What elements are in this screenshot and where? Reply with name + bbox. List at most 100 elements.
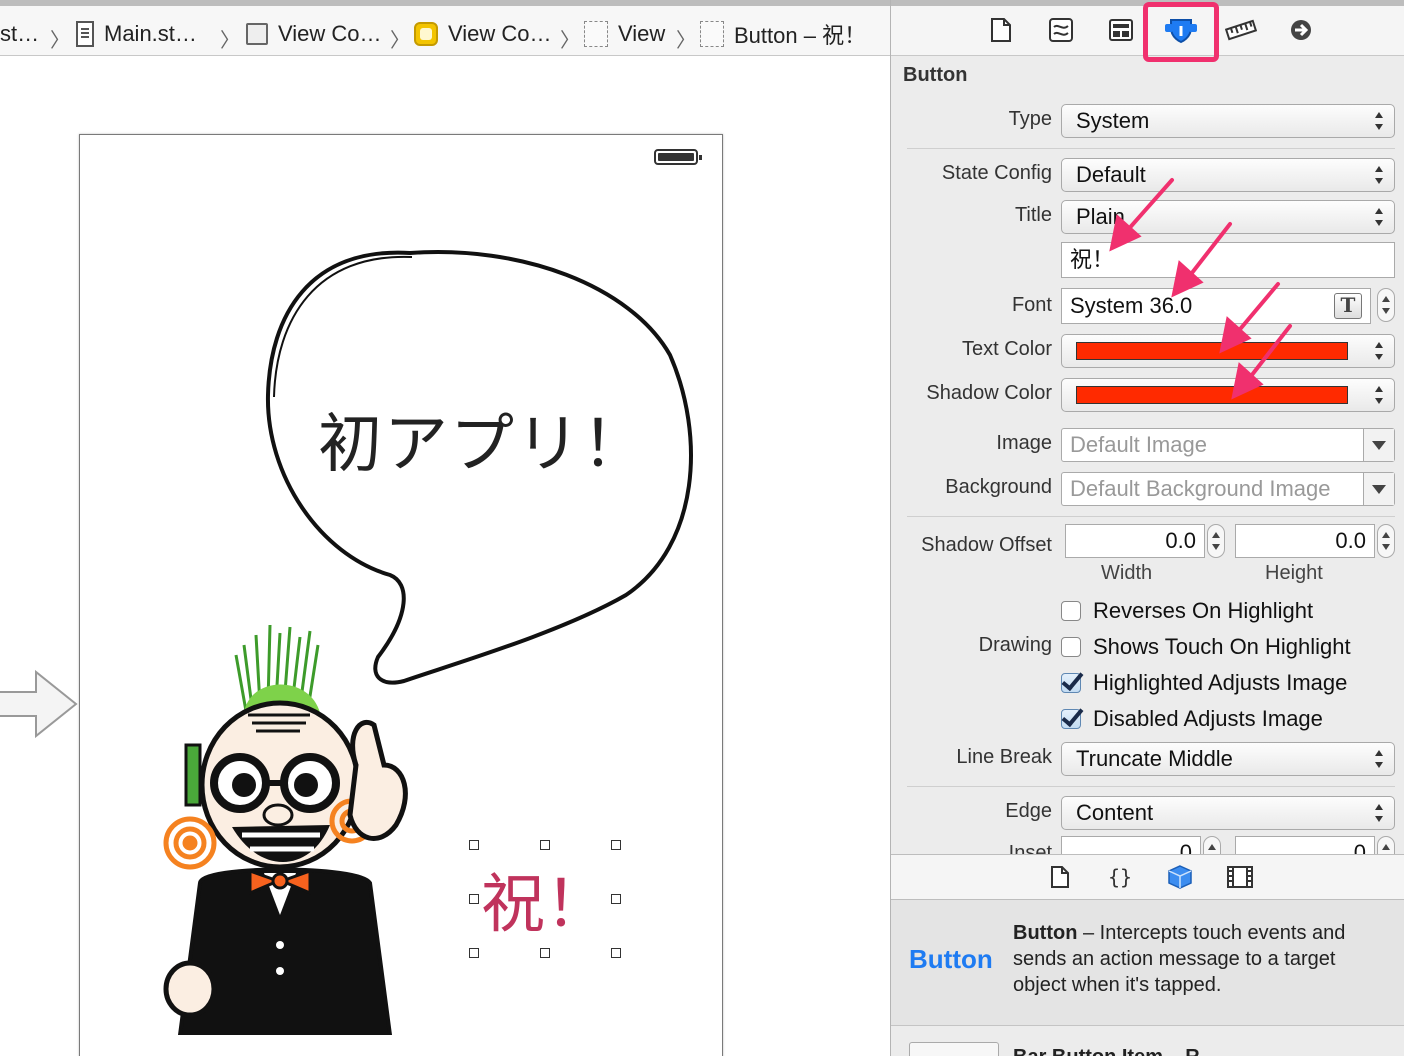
line-break-value: Truncate Middle — [1076, 746, 1233, 771]
view-controller-view[interactable]: 初アプリ！ 祝！ — [79, 134, 723, 1056]
edge-label: Edge — [1005, 800, 1052, 822]
size-ruler-icon — [1225, 19, 1257, 41]
checkbox-box[interactable] — [1061, 709, 1081, 729]
connections-icon — [1291, 20, 1311, 40]
width-sublabel: Width — [1101, 562, 1153, 584]
dropdown-arrow-icon[interactable] — [1363, 473, 1394, 505]
divider — [907, 148, 1395, 149]
state-config-value: Default — [1076, 162, 1146, 187]
popup-arrows-icon — [1374, 386, 1384, 404]
state-config-popup[interactable]: Default — [1061, 158, 1395, 192]
popup-arrows-icon — [1374, 804, 1384, 822]
breadcrumb-separator: 〉 — [390, 30, 410, 52]
initial-view-controller-arrow[interactable] — [0, 668, 80, 740]
breadcrumb-storyboard-folder[interactable]: st… — [0, 16, 39, 52]
breadcrumb-view-controller-scene[interactable]: View Co… — [246, 16, 382, 52]
disabled-adjusts-image-checkbox[interactable]: Disabled Adjusts Image — [1061, 704, 1323, 734]
help-title: Button — [1013, 922, 1078, 944]
resize-handle-bottom-right[interactable] — [611, 948, 621, 958]
title-type-popup[interactable]: Plain — [1061, 200, 1395, 234]
bar-button-item-library-icon[interactable] — [909, 1042, 999, 1056]
resize-handle-left[interactable] — [469, 894, 479, 904]
view-controller-icon — [414, 22, 438, 46]
breadcrumb-separator: 〉 — [560, 30, 580, 52]
file-inspector-tab[interactable] — [981, 10, 1021, 50]
checkbox-label: Disabled Adjusts Image — [1093, 706, 1323, 731]
checkbox-label: Reverses On Highlight — [1093, 598, 1314, 623]
resize-handle-top[interactable] — [540, 840, 550, 850]
resize-handle-right[interactable] — [611, 894, 621, 904]
resize-handle-bottom-left[interactable] — [469, 948, 479, 958]
button-object-icon — [700, 21, 724, 47]
font-label: Font — [1011, 294, 1052, 316]
selected-button[interactable]: 祝！ — [469, 840, 621, 958]
resize-handle-top-right[interactable] — [611, 840, 621, 850]
resize-handle-top-left[interactable] — [469, 840, 479, 850]
image-combo-box[interactable]: Default Image — [1061, 428, 1395, 462]
object-cube-icon — [1168, 865, 1192, 889]
shadow-offset-height-field[interactable]: 0.0 — [1235, 524, 1375, 558]
text-color-label: Text Color — [961, 338, 1052, 360]
background-placeholder: Default Background Image — [1070, 476, 1331, 501]
background-combo-box[interactable]: Default Background Image — [1061, 472, 1395, 506]
media-library-tab[interactable] — [1225, 862, 1255, 892]
breadcrumb-view[interactable]: View — [584, 16, 665, 52]
divider — [907, 516, 1395, 517]
connections-inspector-tab[interactable] — [1281, 10, 1321, 50]
shadow-offset-width-field[interactable]: 0.0 — [1065, 524, 1205, 558]
shadow-color-well[interactable] — [1061, 378, 1395, 412]
file-icon — [991, 18, 1011, 42]
font-value: System 36.0 — [1070, 293, 1193, 318]
breadcrumb-button[interactable]: Button – 祝！ — [700, 16, 866, 52]
identity-inspector-tab[interactable] — [1101, 10, 1141, 50]
object-library-tab[interactable] — [1165, 862, 1195, 892]
line-break-popup[interactable]: Truncate Middle — [1061, 742, 1395, 776]
file-template-library-tab[interactable] — [1045, 862, 1075, 892]
title-type-value: Plain — [1076, 204, 1125, 229]
breadcrumb-label: View — [618, 21, 666, 46]
background-label: Background — [945, 476, 1052, 498]
shadow-offset-height-stepper[interactable] — [1377, 524, 1395, 558]
type-popup[interactable]: System — [1061, 104, 1395, 138]
font-size-stepper[interactable] — [1377, 288, 1395, 322]
mascot-character-image[interactable] — [160, 615, 440, 1035]
breadcrumb-separator: 〉 — [220, 30, 240, 52]
library-selector-bar: {} — [891, 854, 1404, 900]
edge-popup[interactable]: Content — [1061, 796, 1395, 830]
quick-help-inspector-tab[interactable] — [1041, 10, 1081, 50]
checkbox-box[interactable] — [1061, 601, 1081, 621]
checkbox-box[interactable] — [1061, 673, 1081, 693]
shows-touch-on-highlight-checkbox[interactable]: Shows Touch On Highlight — [1061, 632, 1351, 662]
shadow-offset-width-stepper[interactable] — [1207, 524, 1225, 558]
code-snippet-icon: {} — [1108, 865, 1132, 889]
divider — [907, 786, 1395, 787]
font-field[interactable]: System 36.0 T — [1061, 288, 1371, 324]
drawing-label: Drawing — [978, 634, 1052, 656]
resize-handle-bottom[interactable] — [540, 948, 550, 958]
reverses-on-highlight-checkbox[interactable]: Reverses On Highlight — [1061, 596, 1313, 626]
title-text-value: 祝！ — [1070, 247, 1115, 272]
utilities-inspector-panel: Button Type System State Config Default … — [890, 0, 1404, 1056]
button-title-text: 祝！ — [481, 868, 609, 942]
font-picker-button[interactable]: T — [1334, 293, 1362, 319]
quick-help-icon — [1049, 18, 1073, 42]
breadcrumb-label: Button – 祝！ — [734, 23, 867, 48]
attributes-inspector-tab[interactable] — [1161, 10, 1201, 50]
checkbox-box[interactable] — [1061, 637, 1081, 657]
object-library-help-item[interactable]: Button Button – Intercepts touch events … — [891, 900, 1404, 1026]
section-title: Button — [903, 64, 968, 86]
breadcrumb-main-storyboard[interactable]: Main.st… — [76, 16, 197, 52]
popup-arrows-icon — [1374, 342, 1384, 360]
dropdown-arrow-icon[interactable] — [1363, 429, 1394, 461]
interface-builder-canvas[interactable]: st… 〉 Main.st… 〉 View Co… 〉 View Co… 〉 V… — [0, 0, 890, 1056]
breadcrumb-view-controller[interactable]: View Co… — [414, 16, 552, 52]
text-color-well[interactable] — [1061, 334, 1395, 368]
highlighted-adjusts-image-checkbox[interactable]: Highlighted Adjusts Image — [1061, 668, 1347, 698]
checkbox-label: Highlighted Adjusts Image — [1093, 670, 1348, 695]
image-placeholder: Default Image — [1070, 432, 1207, 457]
breadcrumb-separator: 〉 — [676, 30, 696, 52]
attributes-icon — [1165, 19, 1197, 44]
size-inspector-tab[interactable] — [1221, 10, 1261, 50]
title-text-field[interactable]: 祝！ — [1061, 242, 1395, 278]
code-snippet-library-tab[interactable]: {} — [1105, 862, 1135, 892]
